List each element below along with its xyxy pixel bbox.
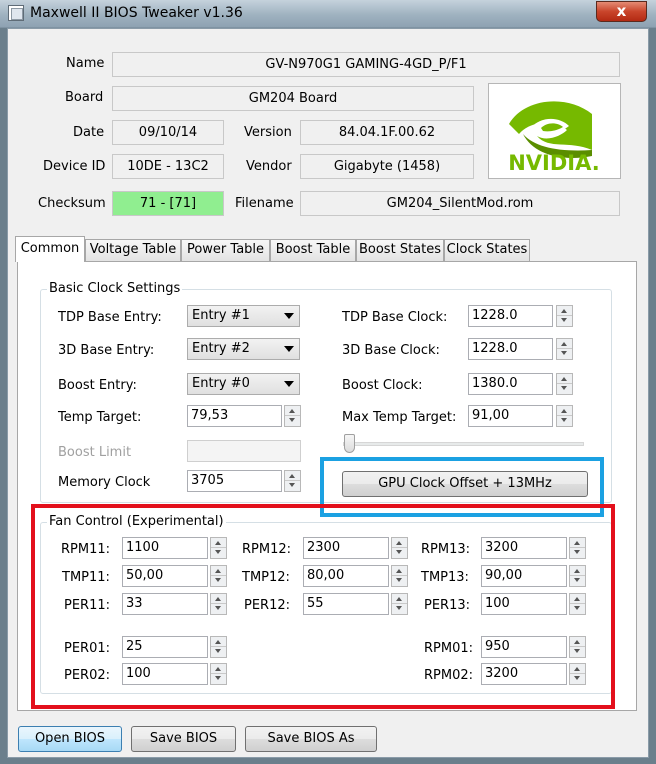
open-bios-button[interactable]: Open BIOS	[18, 726, 122, 752]
tdp-base-entry-dropdown[interactable]: Entry #1	[187, 305, 300, 327]
3d-base-entry-value: Entry #2	[192, 341, 250, 356]
memory-clock-label: Memory Clock	[58, 475, 151, 490]
boost-limit-input	[187, 440, 301, 462]
spin-down-icon[interactable]	[285, 481, 300, 491]
spin-down-icon[interactable]	[557, 349, 572, 359]
boost-entry-value: Entry #0	[192, 376, 250, 391]
spin-up-icon[interactable]	[557, 306, 572, 316]
spin-up-icon[interactable]	[285, 406, 300, 416]
spin-down-icon[interactable]	[285, 416, 300, 426]
date-label: Date	[73, 125, 105, 140]
nvidia-logo: NVIDIA.	[488, 83, 621, 179]
nvidia-logo-text: NVIDIA.	[508, 151, 600, 175]
nvidia-eye-icon: NVIDIA.	[508, 101, 600, 175]
device-id-label: Device ID	[43, 159, 106, 174]
tab-boost-table[interactable]: Boost Table	[270, 239, 356, 261]
window-title: Maxwell II BIOS Tweaker v1.36	[30, 5, 243, 21]
board-label: Board	[65, 90, 104, 105]
max-temp-target-spinner[interactable]	[556, 405, 573, 427]
device-id-field: 10DE - 13C2	[112, 154, 224, 179]
spin-up-icon[interactable]	[557, 339, 572, 349]
boost-limit-label: Boost Limit	[58, 445, 132, 460]
boost-entry-dropdown[interactable]: Entry #0	[187, 373, 300, 395]
vendor-field: Gigabyte (1458)	[300, 154, 474, 179]
gpu-offset-slider-track[interactable]	[343, 442, 584, 446]
date-field: 09/10/14	[112, 120, 224, 145]
spin-down-icon[interactable]	[557, 384, 572, 394]
tab-clock-states[interactable]: Clock States	[444, 239, 530, 261]
boost-clock-label: Boost Clock:	[342, 378, 423, 393]
3d-base-clock-input[interactable]: 1228.0	[468, 338, 553, 360]
board-field: GM204 Board	[112, 86, 474, 111]
checksum-field: 71 - [71]	[112, 191, 224, 216]
save-bios-as-button[interactable]: Save BIOS As	[245, 726, 377, 752]
tdp-base-clock-label: TDP Base Clock:	[342, 310, 448, 325]
spin-up-icon[interactable]	[285, 471, 300, 481]
version-label: Version	[244, 125, 292, 140]
name-label: Name	[66, 56, 105, 71]
gpu-offset-slider-thumb[interactable]	[344, 434, 355, 453]
spin-down-icon[interactable]	[557, 316, 572, 326]
tab-voltage-table[interactable]: Voltage Table	[85, 239, 181, 261]
tdp-base-entry-value: Entry #1	[192, 308, 250, 323]
tab-power-table[interactable]: Power Table	[181, 239, 270, 261]
tab-boost-states[interactable]: Boost States	[356, 239, 444, 261]
max-temp-target-label: Max Temp Target:	[342, 410, 457, 425]
3d-base-entry-label: 3D Base Entry:	[58, 343, 155, 358]
temp-target-input[interactable]: 79,53	[187, 405, 282, 427]
checksum-label: Checksum	[38, 196, 106, 211]
chevron-down-icon	[284, 313, 294, 319]
tab-common[interactable]: Common	[15, 236, 85, 262]
3d-base-entry-dropdown[interactable]: Entry #2	[187, 338, 300, 360]
tdp-base-clock-input[interactable]: 1228.0	[468, 305, 553, 327]
app-icon	[8, 5, 24, 21]
filename-label: Filename	[235, 196, 294, 211]
memory-clock-input[interactable]: 3705	[187, 470, 282, 492]
chevron-down-icon	[284, 346, 294, 352]
3d-base-clock-label: 3D Base Clock:	[342, 343, 440, 358]
filename-field: GM204_SilentMod.rom	[300, 191, 620, 216]
close-button[interactable]: x	[596, 1, 647, 22]
spin-down-icon[interactable]	[557, 416, 572, 426]
3d-base-clock-spinner[interactable]	[556, 338, 573, 360]
temp-target-label: Temp Target:	[58, 410, 142, 425]
boost-clock-input[interactable]: 1380.0	[468, 373, 553, 395]
basic-clock-settings-title: Basic Clock Settings	[47, 281, 183, 296]
save-bios-button[interactable]: Save BIOS	[131, 726, 236, 752]
boost-clock-spinner[interactable]	[556, 373, 573, 395]
version-field: 84.04.1F.00.62	[300, 120, 474, 145]
spin-up-icon[interactable]	[557, 406, 572, 416]
name-field: GV-N970G1 GAMING-4GD_P/F1	[112, 52, 620, 77]
vendor-label: Vendor	[246, 159, 292, 174]
spin-up-icon[interactable]	[557, 374, 572, 384]
tdp-base-entry-label: TDP Base Entry:	[58, 310, 162, 325]
max-temp-target-input[interactable]: 91,00	[468, 405, 553, 427]
boost-entry-label: Boost Entry:	[58, 378, 137, 393]
memory-clock-spinner[interactable]	[284, 470, 301, 492]
fan-control-highlight-box	[31, 504, 615, 709]
tdp-base-clock-spinner[interactable]	[556, 305, 573, 327]
chevron-down-icon	[284, 381, 294, 387]
temp-target-spinner[interactable]	[284, 405, 301, 427]
